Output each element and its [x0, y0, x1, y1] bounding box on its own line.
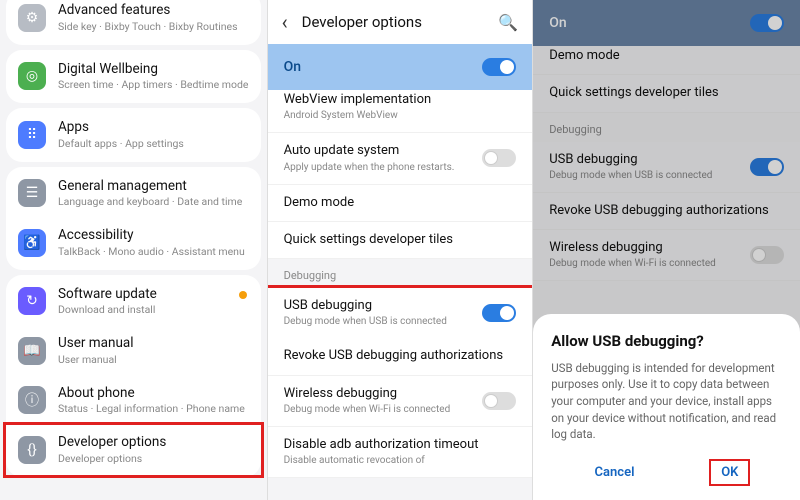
item-title: Apps: [58, 119, 249, 136]
item-title: USB debugging: [284, 298, 483, 314]
item-title: WebView implementation: [284, 92, 517, 108]
item-title: Digital Wellbeing: [58, 61, 249, 78]
item-subtitle: Download and install: [58, 303, 249, 317]
item-icon: ◎: [18, 62, 46, 90]
item-icon: ♿: [18, 229, 46, 257]
toggle[interactable]: [482, 392, 516, 410]
settings-item[interactable]: ☰ General management Language and keyboa…: [6, 169, 261, 219]
item-icon: ↻: [18, 287, 46, 315]
settings-card: ⠿ Apps Default apps · App settings: [6, 108, 261, 162]
item-icon: 📖: [18, 337, 46, 365]
ok-button[interactable]: OK: [709, 459, 750, 486]
settings-card: ☰ General management Language and keyboa…: [6, 167, 261, 270]
list-item[interactable]: Demo mode: [268, 185, 533, 222]
item-icon: ⠿: [18, 121, 46, 149]
item-title: Quick settings developer tiles: [284, 232, 517, 248]
settings-panel: ⚙ Advanced features Side key · Bixby Tou…: [0, 0, 267, 500]
settings-item[interactable]: ◎ Digital Wellbeing Screen time · App ti…: [6, 52, 261, 102]
item-subtitle: User manual: [58, 353, 249, 367]
toggle[interactable]: [482, 149, 516, 167]
item-title: Software update: [58, 286, 249, 303]
item-subtitle: Developer options: [58, 452, 249, 466]
item-title: Demo mode: [284, 195, 517, 211]
list-item[interactable]: Disable adb authorization timeoutDisable…: [268, 427, 533, 478]
item-title: Developer options: [58, 434, 249, 451]
item-title: User manual: [58, 335, 249, 352]
settings-item[interactable]: ♿ Accessibility TalkBack · Mono audio · …: [6, 218, 261, 268]
item-title: Advanced features: [58, 2, 249, 19]
dialog-title: Allow USB debugging?: [551, 332, 782, 350]
item-title: Disable adb authorization timeout: [284, 437, 517, 453]
item-title: Accessibility: [58, 227, 249, 244]
item-text: General management Language and keyboard…: [58, 178, 249, 210]
dialog-body: USB debugging is intended for developmen…: [551, 360, 782, 443]
item-subtitle: TalkBack · Mono audio · Assistant menu: [58, 245, 249, 259]
item-text: Digital Wellbeing Screen time · App time…: [58, 61, 249, 93]
item-text: About phone Status · Legal information ·…: [58, 385, 249, 417]
item-title: Wireless debugging: [284, 386, 483, 402]
master-toggle-bar[interactable]: On: [268, 44, 533, 90]
search-icon[interactable]: 🔍: [498, 13, 518, 32]
item-text: Accessibility TalkBack · Mono audio · As…: [58, 227, 249, 259]
page-title: Developer options: [302, 13, 499, 31]
item-subtitle: Language and keyboard · Date and time: [58, 195, 249, 209]
settings-item[interactable]: ↻ Software update Download and install: [6, 277, 261, 327]
item-subtitle: Default apps · App settings: [58, 137, 249, 151]
settings-item[interactable]: ⚙ Advanced features Side key · Bixby Tou…: [6, 0, 261, 43]
item-text: Advanced features Side key · Bixby Touch…: [58, 2, 249, 34]
item-title: Revoke USB debugging authorizations: [284, 348, 517, 364]
dialog-panel: On Demo mode Quick settings developer ti…: [533, 0, 800, 500]
settings-item[interactable]: 📖 User manual User manual: [6, 326, 261, 376]
list-item[interactable]: USB debuggingDebug mode when USB is conn…: [267, 285, 534, 341]
item-icon: {}: [18, 436, 46, 464]
settings-item[interactable]: ⠿ Apps Default apps · App settings: [6, 110, 261, 160]
settings-card: ↻ Software update Download and install 📖…: [6, 275, 261, 477]
item-icon: ⚙: [18, 4, 46, 32]
item-icon: ⓘ: [18, 386, 46, 414]
settings-card: ◎ Digital Wellbeing Screen time · App ti…: [6, 50, 261, 104]
on-label: On: [284, 59, 301, 75]
developer-options-panel: ‹ Developer options 🔍 On WebView impleme…: [267, 0, 534, 500]
notification-badge: [239, 291, 247, 299]
list-item[interactable]: Auto update system Apply update when the …: [268, 133, 533, 184]
item-title: About phone: [58, 385, 249, 402]
settings-item[interactable]: {} Developer options Developer options: [3, 422, 264, 478]
item-title: General management: [58, 178, 249, 195]
header: ‹ Developer options 🔍: [268, 0, 533, 44]
item-text: Apps Default apps · App settings: [58, 119, 249, 151]
item-title: Auto update system: [284, 143, 483, 159]
master-toggle[interactable]: [482, 58, 516, 76]
back-icon[interactable]: ‹: [282, 10, 288, 34]
item-subtitle: Screen time · App timers · Bedtime mode: [58, 78, 249, 92]
settings-item[interactable]: ⓘ About phone Status · Legal information…: [6, 376, 261, 426]
item-subtitle: Side key · Bixby Touch · Bixby Routines: [58, 20, 249, 34]
section-debugging: Debugging: [268, 259, 533, 288]
item-text: User manual User manual: [58, 335, 249, 367]
list-item[interactable]: Wireless debuggingDebug mode when Wi-Fi …: [268, 376, 533, 427]
list-item[interactable]: WebView implementationAndroid System Web…: [268, 90, 533, 133]
item-subtitle: Disable automatic revocation of: [284, 454, 517, 467]
item-text: Developer options Developer options: [58, 434, 249, 466]
settings-card: ⚙ Advanced features Side key · Bixby Tou…: [6, 0, 261, 45]
item-subtitle: Debug mode when Wi-Fi is connected: [284, 403, 483, 416]
item-icon: ☰: [18, 179, 46, 207]
list-item[interactable]: Revoke USB debugging authorizations: [268, 338, 533, 375]
item-text: Software update Download and install: [58, 286, 249, 318]
toggle[interactable]: [482, 304, 516, 322]
item-subtitle: Android System WebView: [284, 109, 517, 122]
item-subtitle: Status · Legal information · Phone name: [58, 402, 249, 416]
item-subtitle: Debug mode when USB is connected: [284, 315, 483, 328]
dialog-buttons: Cancel OK: [551, 459, 782, 486]
item-subtitle: Apply update when the phone restarts.: [284, 161, 483, 174]
list-item[interactable]: Quick settings developer tiles: [268, 222, 533, 259]
usb-debugging-dialog: Allow USB debugging? USB debugging is in…: [533, 314, 800, 500]
cancel-button[interactable]: Cancel: [583, 459, 647, 486]
